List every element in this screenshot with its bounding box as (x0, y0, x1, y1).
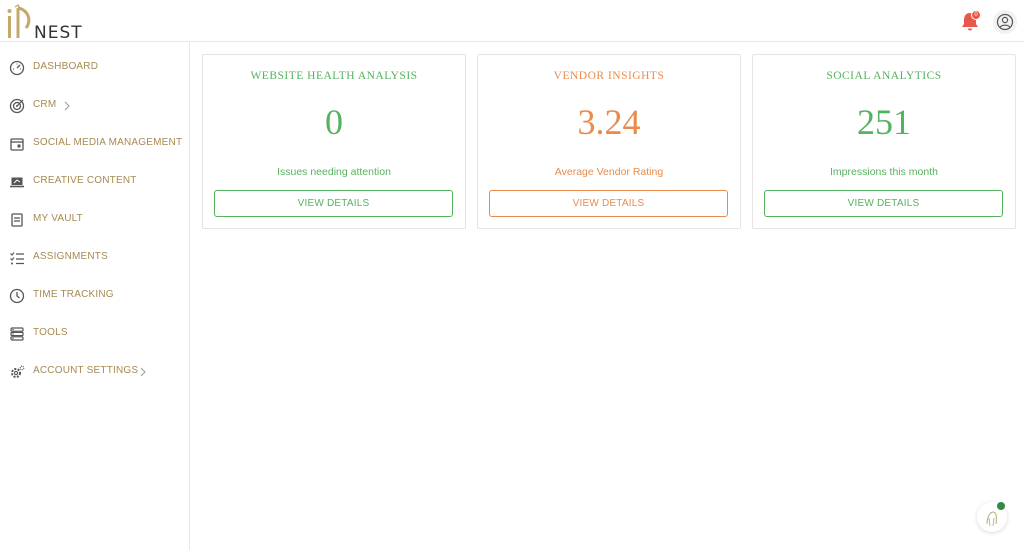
sidebar-item-my-vault[interactable]: MY VAULT (0, 206, 189, 234)
sidebar-item-account-settings[interactable]: ACCOUNT SETTINGS (0, 358, 189, 386)
sidebar-item-label: CREATIVE CONTENT (33, 175, 137, 186)
online-status-dot (997, 502, 1005, 510)
card-title: WEBSITE HEALTH ANALYSIS (250, 70, 418, 82)
app-logo[interactable]: NEST (6, 4, 96, 43)
notification-badge: 0 (971, 10, 981, 20)
view-details-button[interactable]: VIEW DETAILS (489, 190, 728, 217)
sidebar-item-label: ACCOUNT SETTINGS (33, 365, 139, 376)
notifications-button[interactable]: 0 (960, 10, 982, 32)
top-bar: NEST 0 (0, 0, 1024, 43)
card-subtitle: Issues needing attention (277, 166, 391, 178)
sidebar-item-label: DASHBOARD (33, 61, 99, 72)
gear-icon (11, 365, 25, 378)
sidebar-item-label: ASSIGNMENTS (33, 251, 108, 262)
checklist-icon (10, 252, 24, 265)
gauge-icon (9, 60, 25, 76)
clock-icon (9, 288, 25, 304)
user-avatar-icon (996, 13, 1014, 31)
chevron-right-icon (140, 367, 146, 377)
chat-widget-button[interactable] (977, 502, 1007, 532)
sidebar-item-label: SOCIAL MEDIA MANAGEMENT (33, 137, 183, 148)
card-title: VENDOR INSIGHTS (553, 70, 665, 82)
social-analytics-card: SOCIAL ANALYTICS 251 Impressions this mo… (752, 54, 1016, 229)
sidebar-item-label: TIME TRACKING (33, 289, 114, 300)
sidebar-item-crm[interactable]: CRM (0, 92, 189, 120)
chevron-right-icon (64, 101, 70, 111)
view-details-button[interactable]: VIEW DETAILS (214, 190, 453, 217)
target-icon (9, 98, 25, 114)
card-title: SOCIAL ANALYTICS (826, 70, 942, 82)
sidebar-item-creative-content[interactable]: CREATIVE CONTENT (0, 168, 189, 196)
sidebar-item-dashboard[interactable]: DASHBOARD (0, 54, 189, 82)
card-value: 251 (857, 102, 911, 142)
card-subtitle: Impressions this month (830, 166, 938, 178)
sidebar-item-time-tracking[interactable]: TIME TRACKING (0, 282, 189, 310)
sidebar-item-social-media-management[interactable]: SOCIAL MEDIA MANAGEMENT (0, 130, 189, 158)
vault-icon (11, 213, 23, 227)
sidebar-item-label: CRM (33, 99, 57, 110)
tools-icon (10, 327, 24, 341)
sidebar-item-label: MY VAULT (33, 213, 83, 224)
card-value: 3.24 (577, 102, 641, 142)
logo-text: NEST (34, 23, 83, 43)
profile-button[interactable] (993, 10, 1017, 34)
card-value: 0 (325, 102, 343, 142)
sidebar-item-tools[interactable]: TOOLS (0, 320, 189, 348)
sidebar: DASHBOARD CRM SOCIAL MEDIA MANAGEMENT CR… (0, 42, 190, 550)
card-subtitle: Average Vendor Rating (554, 166, 664, 178)
sidebar-item-label: TOOLS (33, 327, 68, 338)
view-details-button[interactable]: VIEW DETAILS (764, 190, 1003, 217)
calendar-icon (10, 138, 24, 151)
sidebar-item-assignments[interactable]: ASSIGNMENTS (0, 244, 189, 272)
website-health-card: WEBSITE HEALTH ANALYSIS 0 Issues needing… (202, 54, 466, 229)
vendor-insights-card: VENDOR INSIGHTS 3.24 Average Vendor Rati… (477, 54, 741, 229)
laptop-icon (10, 177, 24, 188)
